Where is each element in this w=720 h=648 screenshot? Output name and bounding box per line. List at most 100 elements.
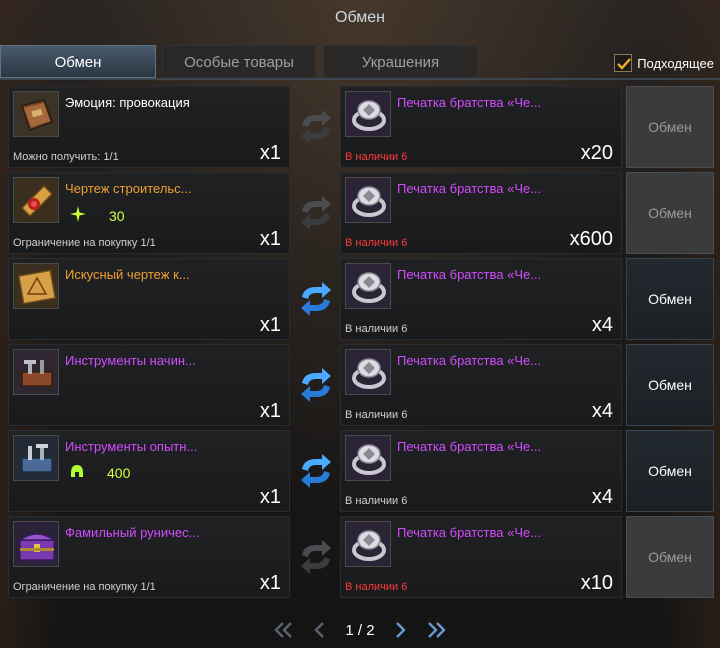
stock-text: В наличии 6 xyxy=(345,581,408,593)
bonus-stat: 400 xyxy=(69,463,130,482)
sparkle-icon xyxy=(69,205,87,226)
give-item-name: Эмоция: провокация xyxy=(65,95,190,110)
silver-ring-icon xyxy=(345,177,391,223)
exchange-button[interactable]: Обмен xyxy=(626,172,714,254)
get-item-slot[interactable]: Печатка братства «Че... В наличии 6 x600 xyxy=(340,172,622,254)
get-quantity: x600 xyxy=(569,228,613,250)
book-icon xyxy=(13,91,59,137)
exchange-button[interactable]: Обмен xyxy=(626,344,714,426)
give-item-slot[interactable]: Чертеж строительс... 30 Ограничение на пок… xyxy=(8,172,290,254)
give-quantity: x1 xyxy=(259,228,281,250)
bonus-value: 30 xyxy=(109,207,125,224)
give-item-name: Чертеж строительс... xyxy=(65,181,192,196)
exchange-button[interactable]: Обмен xyxy=(626,516,714,598)
get-item-slot[interactable]: Печатка братства «Че... В наличии 6 x20 xyxy=(340,86,622,168)
give-quantity: x1 xyxy=(259,314,281,336)
get-item-name: Печатка братства «Че... xyxy=(397,353,542,368)
suitable-filter[interactable]: Подходящее xyxy=(614,52,714,74)
get-item-slot[interactable]: Печатка братства «Че... В наличии 6 x4 xyxy=(340,430,622,512)
exchange-list: Эмоция: провокация Можно получить: 1/1 x1 П… xyxy=(4,84,716,600)
prev-page-button[interactable] xyxy=(309,620,331,640)
get-quantity: x4 xyxy=(591,400,613,422)
exchange-button[interactable]: Обмен xyxy=(626,258,714,340)
get-item-name: Печатка братства «Че... xyxy=(397,525,542,540)
last-page-button[interactable] xyxy=(425,620,447,640)
suitable-checkbox[interactable] xyxy=(614,54,633,72)
double-chevron-right-icon xyxy=(427,622,446,638)
checkmark-icon xyxy=(617,58,632,70)
tab-exchange[interactable]: Обмен xyxy=(0,45,156,78)
exchange-row: Чертеж строительс... 30 Ограничение на пок… xyxy=(4,170,716,256)
silver-ring-icon xyxy=(345,521,391,567)
get-item-name: Печатка братства «Че... xyxy=(397,267,542,282)
get-item-slot[interactable]: Печатка братства «Че... В наличии 6 x10 xyxy=(340,516,622,598)
give-item-note: Ограничение на покупку 1/1 xyxy=(13,581,156,593)
give-quantity: x1 xyxy=(259,486,281,508)
silver-ring-icon xyxy=(345,91,391,137)
get-item-name: Печатка братства «Че... xyxy=(397,181,542,196)
pagination: 1 / 2 xyxy=(0,616,720,644)
swap-arrows-icon xyxy=(296,365,336,405)
get-quantity: x20 xyxy=(580,142,613,164)
stock-text: В наличии 6 xyxy=(345,237,408,249)
scroll-icon xyxy=(13,177,59,223)
give-item-name: Фамильный руничес... xyxy=(65,525,200,540)
exchange-row: Фамильный руничес... Ограничение на покуп… xyxy=(4,514,716,600)
give-quantity: x1 xyxy=(259,142,281,164)
exchange-row: Инструменты опытн... 400 x1 Печатка братств… xyxy=(4,428,716,514)
chest-icon xyxy=(13,521,59,567)
chevron-right-icon xyxy=(395,622,406,638)
give-quantity: x1 xyxy=(259,572,281,594)
double-chevron-left-icon xyxy=(274,622,293,638)
get-item-slot[interactable]: Печатка братства «Че... В наличии 6 x4 xyxy=(340,344,622,426)
stock-text: В наличии 6 xyxy=(345,409,408,421)
exchange-row: Инструменты начин... x1 Печатка братства «… xyxy=(4,342,716,428)
tab-underline xyxy=(0,78,720,80)
silver-ring-icon xyxy=(345,435,391,481)
tab-special-goods[interactable]: Особые товары xyxy=(162,45,316,78)
suitable-label: Подходящее xyxy=(637,55,714,71)
swap-arrows-icon xyxy=(296,537,336,577)
stock-text: В наличии 6 xyxy=(345,151,408,163)
get-quantity: x10 xyxy=(580,572,613,594)
exchange-row: Эмоция: провокация Можно получить: 1/1 x1 П… xyxy=(4,84,716,170)
next-page-button[interactable] xyxy=(389,620,411,640)
stock-text: В наличии 6 xyxy=(345,495,408,507)
give-item-slot[interactable]: Инструменты начин... x1 xyxy=(8,344,290,426)
silver-ring-icon xyxy=(345,263,391,309)
swap-arrows-icon xyxy=(296,279,336,319)
toolbox-blue-icon xyxy=(13,435,59,481)
get-item-name: Печатка братства «Че... xyxy=(397,95,542,110)
tab-decorations[interactable]: Украшения xyxy=(323,45,478,78)
give-item-name: Инструменты начин... xyxy=(65,353,196,368)
get-item-slot[interactable]: Печатка братства «Че... В наличии 6 x4 xyxy=(340,258,622,340)
get-item-name: Печатка братства «Че... xyxy=(397,439,542,454)
chevron-left-icon xyxy=(314,622,325,638)
swap-arrows-icon xyxy=(296,193,336,233)
swap-arrows-icon xyxy=(296,451,336,491)
first-page-button[interactable] xyxy=(273,620,295,640)
give-item-name: Искусный чертеж к... xyxy=(65,267,190,282)
exchange-row: Искусный чертеж к... x1 Печатка братства «… xyxy=(4,256,716,342)
bonus-value: 400 xyxy=(107,464,131,481)
give-quantity: x1 xyxy=(259,400,281,422)
silver-ring-icon xyxy=(345,349,391,395)
give-item-note: Можно получить: 1/1 xyxy=(13,151,119,163)
window-title: Обмен xyxy=(335,9,385,26)
stock-text: В наличии 6 xyxy=(345,323,408,335)
give-item-slot[interactable]: Искусный чертеж к... x1 xyxy=(8,258,290,340)
bonus-stat: 30 xyxy=(69,205,125,226)
give-item-name: Инструменты опытн... xyxy=(65,439,198,454)
toolbox-icon xyxy=(13,349,59,395)
tab-bar: Обмен Особые товары Украшения xyxy=(0,45,720,79)
get-quantity: x4 xyxy=(591,314,613,336)
give-item-slot[interactable]: Инструменты опытн... 400 x1 xyxy=(8,430,290,512)
swap-arrows-icon xyxy=(296,107,336,147)
blueprint-icon xyxy=(13,263,59,309)
give-item-slot[interactable]: Эмоция: провокация Можно получить: 1/1 x1 xyxy=(8,86,290,168)
give-item-slot[interactable]: Фамильный руничес... Ограничение на покуп… xyxy=(8,516,290,598)
give-item-note: Ограничение на покупку 1/1 xyxy=(13,237,156,249)
get-quantity: x4 xyxy=(591,486,613,508)
exchange-button[interactable]: Обмен xyxy=(626,86,714,168)
exchange-button[interactable]: Обмен xyxy=(626,430,714,512)
